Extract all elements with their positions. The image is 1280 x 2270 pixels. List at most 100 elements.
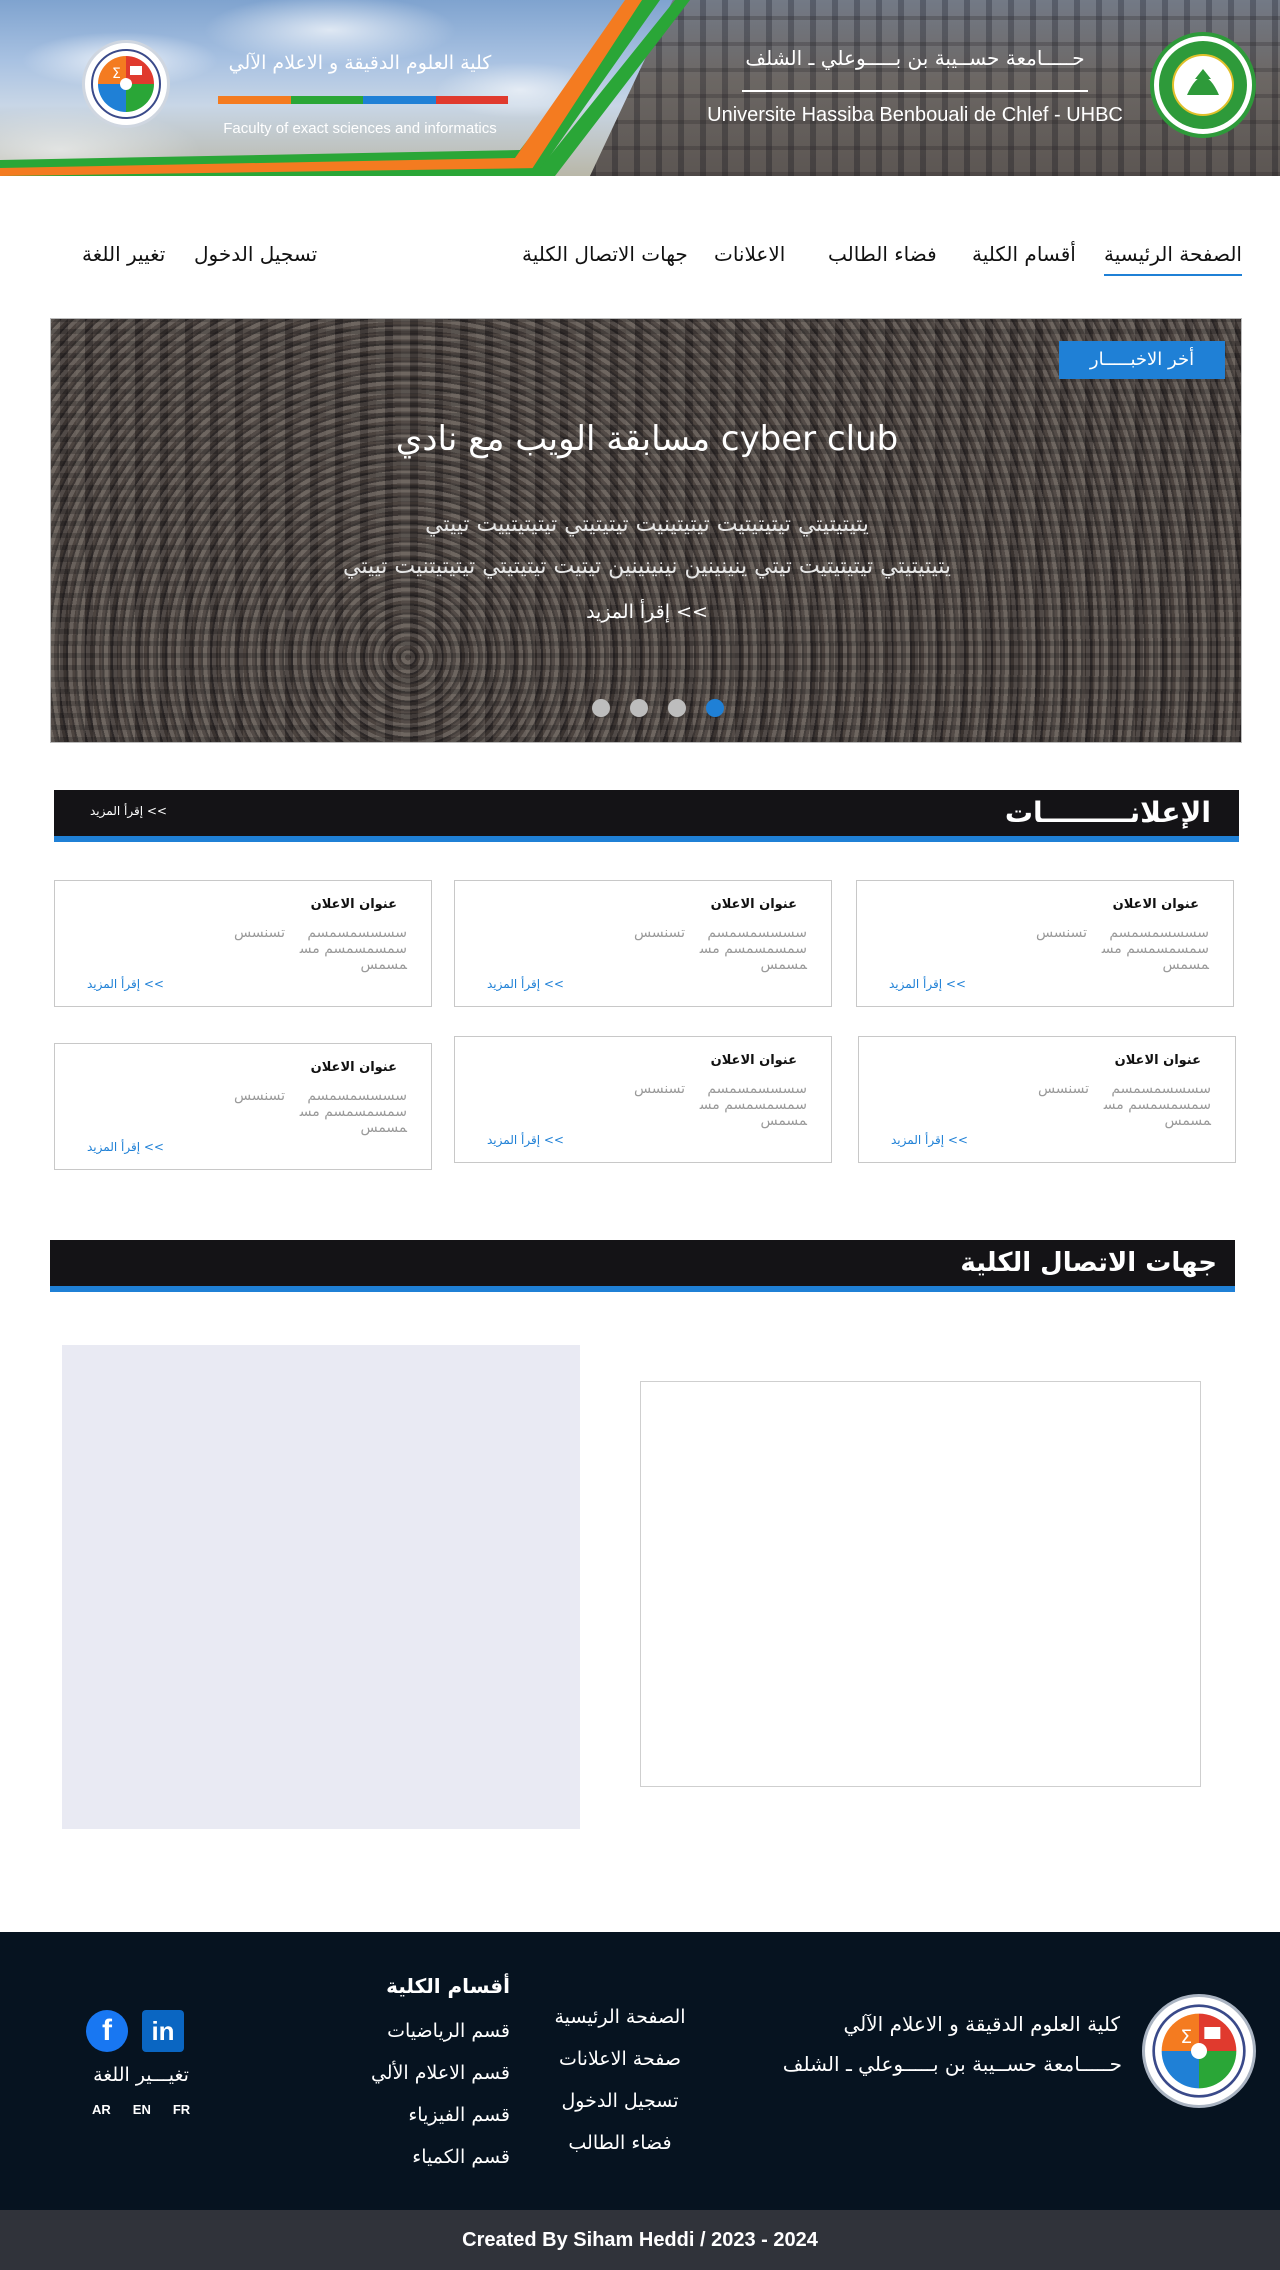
nav-home[interactable]: الصفحة الرئيسية: [1104, 242, 1242, 276]
card-title: عنوان الاعلان: [1114, 1053, 1201, 1068]
footer-faculty-name: كلية العلوم الدقيقة و الاعلام الآلي: [843, 2012, 1120, 2036]
contacts-title: جهات الاتصال الكلية: [960, 1248, 1217, 1278]
slide-text-line: يتيتيتيتي تيتيتيتيت تيتي ينينينين نينيني…: [343, 554, 951, 579]
card-read-more-link[interactable]: إقرأ المزيد <<: [87, 1140, 164, 1154]
footer-link-home[interactable]: الصفحة الرئيسية: [520, 2006, 720, 2048]
card-extra: تسنسس: [234, 925, 285, 941]
card-read-more-link[interactable]: إقرأ المزيد <<: [889, 977, 966, 991]
slider-dot-active[interactable]: [706, 699, 724, 717]
slide-title: مسابقة الويب مع نادي cyber club: [395, 419, 899, 459]
bar-segment-green: [290, 96, 363, 104]
slider-dot[interactable]: [668, 699, 686, 717]
news-slider[interactable]: أخر الاخبـــــار مسابقة الويب مع نادي cy…: [50, 318, 1242, 743]
slider-dot[interactable]: [592, 699, 610, 717]
card-body: سسسسمسمسم سمسمسمسم مسمسمس: [299, 925, 407, 973]
faculty-emblem-icon: Σ: [1152, 2004, 1246, 2098]
slider-dots: [592, 699, 724, 717]
card-title: عنوان الاعلان: [310, 1060, 397, 1075]
card-title: عنوان الاعلان: [310, 897, 397, 912]
announcement-card[interactable]: عنوان الاعلان سسسسمسمسم سمسمسمسم مسمسمس …: [858, 1036, 1236, 1163]
card-extra: تسنسس: [634, 925, 685, 941]
footer-dept-physics[interactable]: قسم الفيزياء: [371, 2104, 510, 2146]
card-read-more-link[interactable]: إقرأ المزيد <<: [891, 1133, 968, 1147]
copyright-bar: Created By Siham Heddi / 2023 - 2024: [0, 2210, 1280, 2270]
footer: Σ كلية العلوم الدقيقة و الاعلام الآلي حـ…: [0, 1932, 1280, 2210]
footer-links: الصفحة الرئيسية صفحة الاعلانات تسجيل الد…: [520, 2006, 720, 2174]
card-read-more-link[interactable]: إقرأ المزيد <<: [87, 977, 164, 991]
card-title: عنوان الاعلان: [710, 897, 797, 912]
card-body: سسسسمسمسم سمسمسمسم مسمسمس: [699, 925, 807, 973]
footer-departments-title: أقسام الكلية: [386, 1974, 510, 1998]
faculty-color-bar: [218, 96, 508, 104]
card-title: عنوان الاعلان: [710, 1053, 797, 1068]
footer-link-login[interactable]: تسجيل الدخول: [520, 2090, 720, 2132]
bar-segment-red: [435, 96, 508, 104]
language-switcher: AR EN FR: [92, 2102, 190, 2117]
footer-dept-chemistry[interactable]: قسم الكمياء: [371, 2146, 510, 2188]
map-placeholder[interactable]: [62, 1345, 580, 1829]
main-navigation: الصفحة الرئيسية أقسام الكلية فضاء الطالب…: [0, 230, 1280, 286]
card-body: سسسسمسمسم سمسمسمسم مسمسمس: [699, 1081, 807, 1129]
card-read-more-link[interactable]: إقرأ المزيد <<: [487, 977, 564, 991]
faculty-title: كلية العلوم الدقيقة و الاعلام الآلي: [228, 52, 492, 74]
card-extra: تسنسس: [634, 1081, 685, 1097]
university-name-fr: Universite Hassiba Benbouali de Chlef - …: [707, 104, 1123, 126]
card-extra: تسنسس: [1036, 925, 1087, 941]
nav-contacts[interactable]: جهات الاتصال الكلية: [522, 242, 688, 266]
card-extra: تسنسس: [1038, 1081, 1089, 1097]
bar-segment-blue: [363, 96, 436, 104]
card-title: عنوان الاعلان: [1112, 897, 1199, 912]
lang-ar[interactable]: AR: [92, 2102, 111, 2117]
nav-login[interactable]: تسجيل الدخول: [194, 242, 317, 266]
card-body: سسسسمسمسم سمسمسمسم مسمسمس: [299, 1088, 407, 1136]
university-name-ar: حـــــامعة حســيبة بن بـــــوعلي ـ الشلف: [745, 46, 1085, 70]
lang-en[interactable]: EN: [133, 2102, 151, 2117]
footer-dept-cs[interactable]: قسم الاعلام الألي: [371, 2062, 510, 2104]
announcement-card[interactable]: عنوان الاعلان سسسسمسمسم سمسمسمسم مسمسمس …: [454, 880, 832, 1007]
slide-text-line: يتيتيتيتي تيتيتيتيت تيتيتينيت تيتيتيتي ت…: [425, 512, 869, 537]
announcement-card[interactable]: عنوان الاعلان سسسسمسمسم سمسمسمسم مسمسمس …: [454, 1036, 832, 1163]
card-body: سسسسمسمسم سمسمسمسم مسمسمس: [1101, 925, 1209, 973]
university-emblem-icon: [1159, 41, 1247, 129]
footer-link-announcements[interactable]: صفحة الاعلانات: [520, 2048, 720, 2090]
facebook-icon[interactable]: f: [86, 2010, 128, 2052]
footer-language-label: تغيـــير اللغة: [93, 2064, 189, 2086]
nav-announcements[interactable]: الاعلانات: [714, 242, 785, 266]
linkedin-icon[interactable]: in: [142, 2010, 184, 2052]
slider-dot[interactable]: [630, 699, 648, 717]
announcement-card[interactable]: عنوان الاعلان سسسسمسمسم سمسمسمسم مسمسمس …: [54, 880, 432, 1007]
announcement-card[interactable]: عنوان الاعلان سسسسمسمسم سمسمسمسم مسمسمس …: [54, 1043, 432, 1170]
announcements-read-more-link[interactable]: إقرأ المزيد <<: [90, 804, 167, 818]
slide-read-more-link[interactable]: إقرأ المزيد <<: [51, 601, 1241, 623]
contacts-header: جهات الاتصال الكلية: [50, 1240, 1235, 1292]
card-body: سسسسمسمسم سمسمسمسم مسمسمس: [1103, 1081, 1211, 1129]
nav-student-space[interactable]: فضاء الطالب: [828, 242, 937, 266]
university-logo: [1150, 32, 1256, 138]
announcement-card[interactable]: عنوان الاعلان سسسسمسمسم سمسمسمسم مسمسمس …: [856, 880, 1234, 1007]
announcements-header: الإعلانـــــــــات إقرأ المزيد <<: [54, 790, 1239, 842]
social-links: f in: [86, 2010, 184, 2052]
nav-departments[interactable]: أقسام الكلية: [972, 242, 1076, 266]
faculty-emblem-icon: Σ: [91, 49, 161, 119]
card-read-more-link[interactable]: إقرأ المزيد <<: [487, 1133, 564, 1147]
lang-fr[interactable]: FR: [173, 2102, 190, 2117]
slide-text: يتيتيتيتي تيتيتيتيت تيتيتينيت تيتيتيتي ت…: [171, 504, 1123, 588]
page: Σ كلية العلوم الدقيقة و الاعلام الآلي Fa…: [0, 0, 1280, 2270]
footer-faculty-logo: Σ: [1142, 1994, 1256, 2108]
latest-news-badge: أخر الاخبـــــار: [1059, 341, 1225, 379]
header-banner: Σ كلية العلوم الدقيقة و الاعلام الآلي Fa…: [0, 0, 1280, 176]
bar-segment-orange: [218, 96, 291, 104]
footer-departments: قسم الرياضيات قسم الاعلام الألي قسم الفي…: [371, 2020, 510, 2188]
nav-change-language[interactable]: تغيير اللغة: [82, 242, 165, 266]
contact-form-box[interactable]: [640, 1381, 1201, 1787]
faculty-subtitle: Faculty of exact sciences and informatic…: [223, 120, 497, 137]
footer-link-student-space[interactable]: فضاء الطالب: [520, 2132, 720, 2174]
card-extra: تسنسس: [234, 1088, 285, 1104]
header-stripes: [0, 0, 690, 176]
university-divider: [742, 90, 1088, 92]
svg-text:Σ: Σ: [112, 66, 121, 82]
svg-text:Σ: Σ: [1180, 2027, 1192, 2048]
footer-dept-math[interactable]: قسم الرياضيات: [371, 2020, 510, 2062]
announcements-title: الإعلانـــــــــات: [1004, 796, 1211, 829]
footer-university-name: حـــــامعة حســيبة بن بـــــوعلي ـ الشلف: [782, 2052, 1122, 2076]
